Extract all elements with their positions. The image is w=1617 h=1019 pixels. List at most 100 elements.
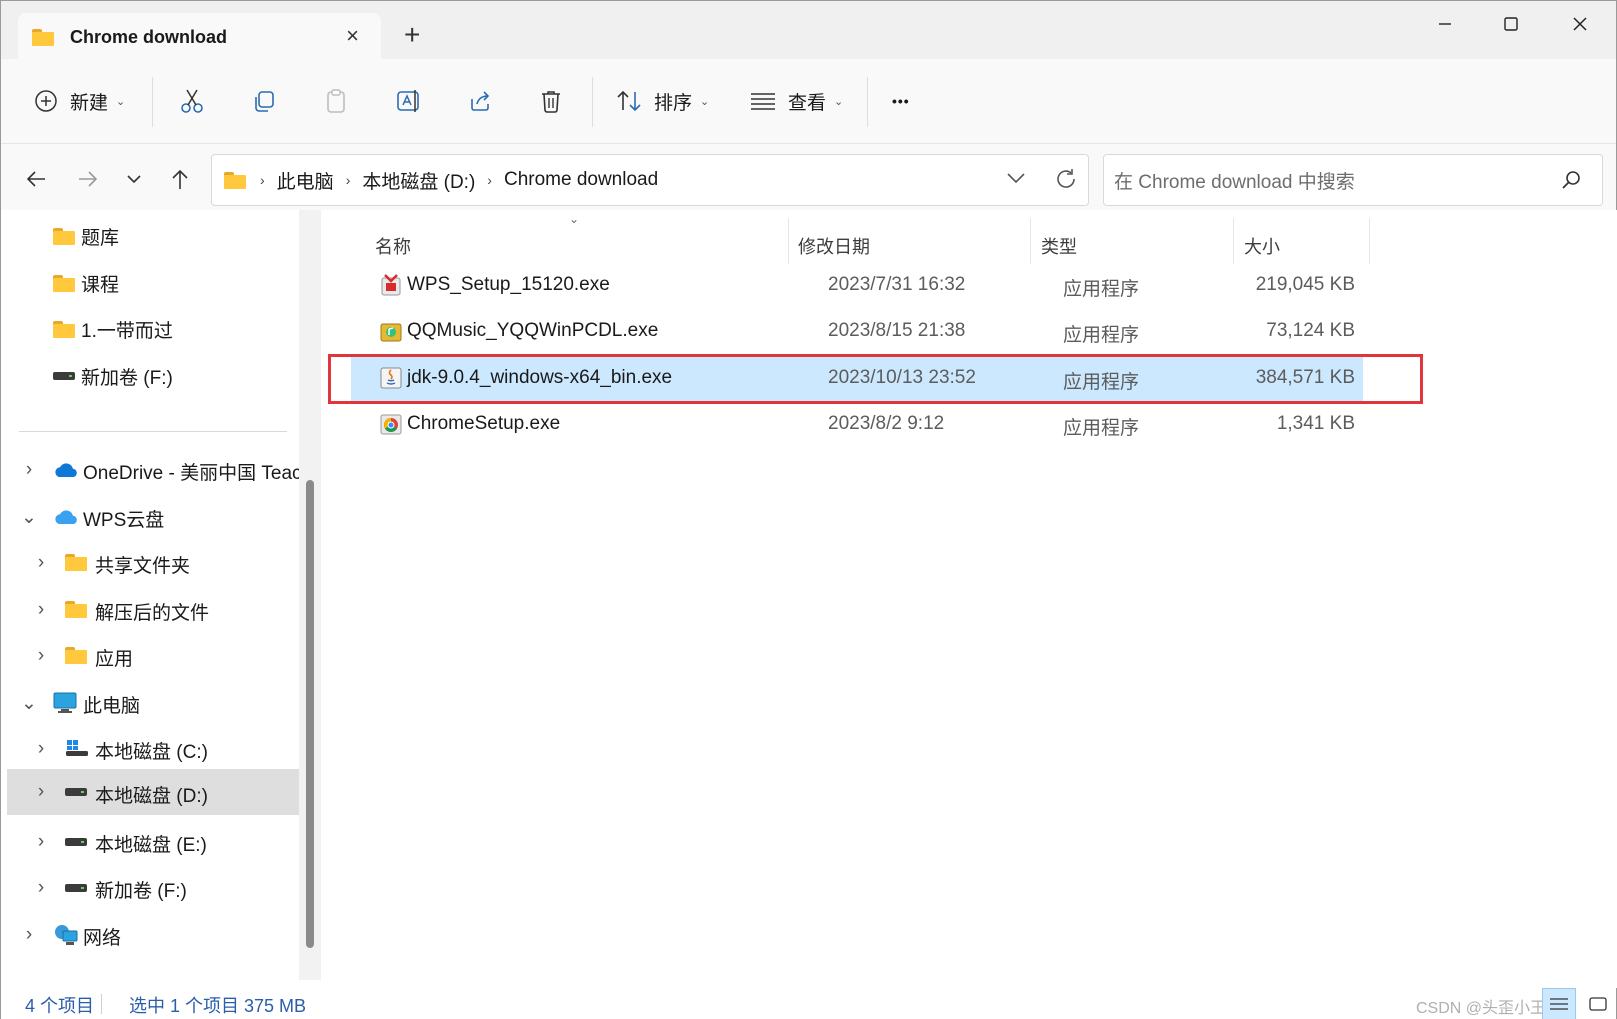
- sidebar-item-onedrive[interactable]: › OneDrive - 美丽中国 Teac: [15, 447, 301, 493]
- sidebar-item-label: 题库: [81, 227, 120, 249]
- file-row-chrome-setup[interactable]: ChromeSetup.exe 2023/8/2 9:12 应用程序 1,341…: [351, 401, 1363, 447]
- file-row-jdk-installer[interactable]: jdk-9.0.4_windows-x64_bin.exe 2023/10/13…: [351, 355, 1363, 401]
- minimize-button[interactable]: [1425, 9, 1465, 39]
- new-button[interactable]: 新建 ⌄: [34, 83, 125, 119]
- cut-button[interactable]: [180, 83, 204, 119]
- breadcrumb-this-pc[interactable]: 此电脑: [277, 167, 334, 194]
- file-date: 2023/10/13 23:52: [828, 367, 976, 388]
- forward-button[interactable]: [73, 164, 103, 194]
- status-divider: [101, 994, 102, 1014]
- sort-indicator-icon: ⌄: [569, 212, 580, 226]
- column-divider[interactable]: [1233, 218, 1234, 264]
- view-button[interactable]: 查看 ⌄: [750, 83, 843, 119]
- column-header-date[interactable]: 修改日期: [798, 226, 870, 266]
- breadcrumb-chrome-download[interactable]: Chrome download: [504, 169, 658, 191]
- chevron-right-icon[interactable]: ›: [21, 924, 37, 945]
- sidebar-item-extracted-files[interactable]: › 解压后的文件: [27, 587, 299, 633]
- sidebar-item-wps-cloud[interactable]: ⌄ WPS云盘: [15, 494, 299, 540]
- chevron-right-icon[interactable]: ›: [33, 552, 49, 573]
- column-header-type[interactable]: 类型: [1041, 226, 1077, 266]
- maximize-button[interactable]: [1491, 9, 1531, 39]
- chevron-right-icon[interactable]: ›: [33, 738, 49, 759]
- column-divider[interactable]: [788, 218, 789, 264]
- recent-locations-button[interactable]: [119, 164, 149, 194]
- share-button[interactable]: [468, 83, 492, 119]
- sidebar-item-label: 解压后的文件: [95, 603, 210, 624]
- tab-chrome-download[interactable]: Chrome download ×: [18, 13, 381, 61]
- column-divider[interactable]: [1030, 218, 1031, 264]
- sidebar-item-volume-f-quick[interactable]: 新加卷 (F:): [53, 353, 293, 399]
- sidebar-item-label: 共享文件夹: [95, 556, 191, 577]
- command-bar: 新建 ⌄ 排序 ⌄ 查看 ⌄ •••: [1, 59, 1616, 144]
- chevron-down-icon[interactable]: ⌄: [21, 693, 37, 714]
- chevron-right-icon[interactable]: ›: [33, 831, 49, 852]
- sidebar-item-tiku[interactable]: 题库: [53, 213, 293, 259]
- drive-icon: [65, 884, 87, 892]
- sidebar-item-local-disk-e[interactable]: › 本地磁盘 (E:): [27, 819, 299, 865]
- sidebar-item-local-disk-c[interactable]: › 本地磁盘 (C:): [27, 726, 299, 772]
- sort-button[interactable]: 排序 ⌄: [616, 83, 709, 119]
- search-icon[interactable]: [1560, 169, 1582, 197]
- sidebar-item-apps[interactable]: › 应用: [27, 633, 299, 679]
- column-divider[interactable]: [1369, 218, 1370, 264]
- details-view-button[interactable]: [1542, 988, 1576, 1019]
- drive-icon: [65, 788, 87, 796]
- copy-button[interactable]: [252, 83, 276, 119]
- rename-icon: [397, 90, 419, 112]
- up-button[interactable]: [165, 164, 195, 194]
- file-type: 应用程序: [1063, 279, 1140, 300]
- back-button[interactable]: [21, 164, 51, 194]
- column-header-label: 修改日期: [798, 237, 870, 257]
- paste-button[interactable]: [324, 83, 348, 119]
- status-bar: 4 个项目 选中 1 个项目 375 MB CSDN @头歪小王: [1, 988, 1616, 1019]
- chevron-right-icon[interactable]: ›: [33, 645, 49, 666]
- folder-icon: [32, 28, 54, 46]
- drive-icon: [53, 372, 75, 380]
- file-list-pane: ⌄ 名称 修改日期 类型 大小 WPS_Setup_15120.exe 2023…: [321, 210, 1617, 988]
- refresh-button[interactable]: [1054, 167, 1078, 197]
- delete-button[interactable]: [540, 83, 562, 119]
- folder-icon: [53, 320, 75, 338]
- sidebar-item-network[interactable]: › 网络: [15, 912, 299, 958]
- tiles-view-button[interactable]: [1581, 988, 1615, 1019]
- watermark-text: CSDN @头歪小王: [1415, 1000, 1546, 1017]
- sidebar-item-local-disk-d[interactable]: › 本地磁盘 (D:): [7, 769, 299, 815]
- chevron-right-icon[interactable]: ›: [33, 599, 49, 620]
- navigation-pane: 题库 课程 1.一带而过 新加卷 (F:) › OneDrive - 美丽中国 …: [1, 210, 321, 988]
- search-field[interactable]: 在 Chrome download 中搜索: [1103, 154, 1603, 206]
- new-tab-button[interactable]: +: [404, 19, 420, 51]
- address-bar[interactable]: › 此电脑 › 本地磁盘 (D:) › Chrome download: [211, 154, 1089, 206]
- sidebar-item-label: 新加卷 (F:): [81, 367, 173, 389]
- rename-button[interactable]: [396, 83, 422, 119]
- column-header-name[interactable]: 名称: [375, 226, 411, 266]
- chevron-right-icon: ›: [345, 172, 351, 188]
- chevron-down-icon[interactable]: ⌄: [21, 507, 37, 528]
- sidebar-item-volume-f[interactable]: › 新加卷 (F:): [27, 865, 299, 911]
- sidebar-scrollbar-thumb[interactable]: [306, 480, 314, 948]
- column-header-label: 名称: [375, 237, 411, 257]
- sidebar-item-this-pc[interactable]: ⌄ 此电脑: [15, 680, 299, 726]
- chevron-right-icon[interactable]: ›: [33, 877, 49, 898]
- chevron-right-icon: ›: [487, 172, 492, 188]
- close-tab-icon[interactable]: ×: [346, 23, 359, 49]
- folder-icon: [53, 274, 75, 292]
- chevron-right-icon[interactable]: ›: [33, 781, 49, 802]
- tiles-view-icon: [1589, 997, 1607, 1011]
- folder-icon: [53, 227, 75, 245]
- sidebar-item-shared-folder[interactable]: › 共享文件夹: [27, 540, 299, 586]
- breadcrumb-local-disk-d[interactable]: 本地磁盘 (D:): [362, 167, 475, 194]
- address-history-button[interactable]: [1006, 169, 1026, 191]
- search-placeholder: 在 Chrome download 中搜索: [1114, 171, 1355, 193]
- more-options-button[interactable]: •••: [892, 83, 910, 119]
- column-header-size[interactable]: 大小: [1244, 226, 1280, 266]
- file-row-qqmusic[interactable]: QQMusic_YQQWinPCDL.exe 2023/8/15 21:38 应…: [351, 308, 1363, 354]
- sidebar-item-yidaiergguo[interactable]: 1.一带而过: [53, 306, 293, 352]
- file-name: jdk-9.0.4_windows-x64_bin.exe: [407, 367, 673, 388]
- sidebar-item-kecheng[interactable]: 课程: [53, 260, 293, 306]
- file-row-wps-setup[interactable]: WPS_Setup_15120.exe 2023/7/31 16:32 应用程序…: [351, 262, 1363, 308]
- close-window-button[interactable]: [1560, 9, 1600, 39]
- arrow-left-icon: [26, 171, 45, 187]
- chevron-down-icon: ⌄: [116, 95, 126, 108]
- arrow-right-icon: [79, 171, 98, 187]
- chevron-right-icon[interactable]: ›: [21, 459, 37, 480]
